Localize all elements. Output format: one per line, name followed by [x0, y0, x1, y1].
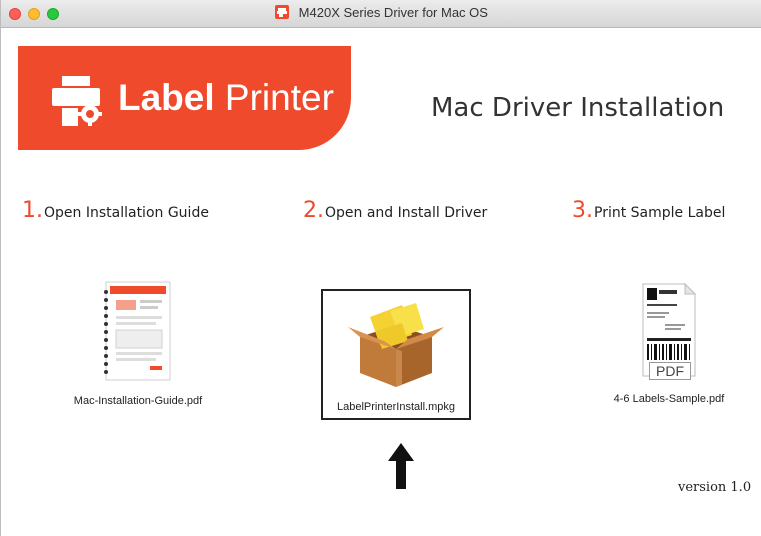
- file-name: LabelPrinterInstall.mpkg: [336, 401, 455, 413]
- step-number: 3.: [572, 198, 593, 223]
- version-label: version 1.0: [678, 480, 752, 495]
- step-label: Open Installation Guide: [44, 205, 209, 221]
- pdf-badge: PDF: [649, 362, 691, 380]
- window-title: M420X Series Driver for Mac OS: [298, 5, 488, 20]
- title-bar: M420X Series Driver for Mac OS: [1, 0, 761, 28]
- step-number: 1.: [22, 198, 43, 223]
- brand-banner: Label Printer: [18, 46, 351, 150]
- logo-text-light: Printer: [214, 77, 334, 118]
- driver-package-file[interactable]: LabelPrinterInstall.mpkg: [321, 289, 471, 420]
- window-title-group: M420X Series Driver for Mac OS: [1, 5, 761, 20]
- logo-text-bold: Label: [118, 77, 215, 118]
- installer-window: M420X Series Driver for Mac OS Label Pri…: [0, 0, 761, 536]
- sample-label-file[interactable]: PDF 4-6 Labels-Sample.pdf: [589, 282, 749, 405]
- label-printer-logo-icon: [52, 76, 102, 126]
- up-arrow-icon: [388, 443, 414, 489]
- brand-logo-text: Label Printer: [118, 76, 334, 120]
- file-name: Mac-Installation-Guide.pdf: [73, 395, 203, 407]
- package-icon: [348, 303, 444, 387]
- step-label: Print Sample Label: [594, 205, 726, 221]
- document-icon: [104, 281, 171, 381]
- step-label: Open and Install Driver: [325, 205, 488, 221]
- page-title: Mac Driver Installation: [431, 93, 725, 123]
- app-icon: [275, 5, 290, 19]
- step-install-driver: 2.Open and Install Driver: [303, 198, 487, 223]
- step-number: 2.: [303, 198, 324, 223]
- step-open-guide: 1.Open Installation Guide: [22, 198, 209, 223]
- step-print-sample: 3.Print Sample Label: [572, 198, 725, 223]
- installation-guide-file[interactable]: Mac-Installation-Guide.pdf: [43, 280, 233, 407]
- file-name: 4-6 Labels-Sample.pdf: [613, 393, 725, 405]
